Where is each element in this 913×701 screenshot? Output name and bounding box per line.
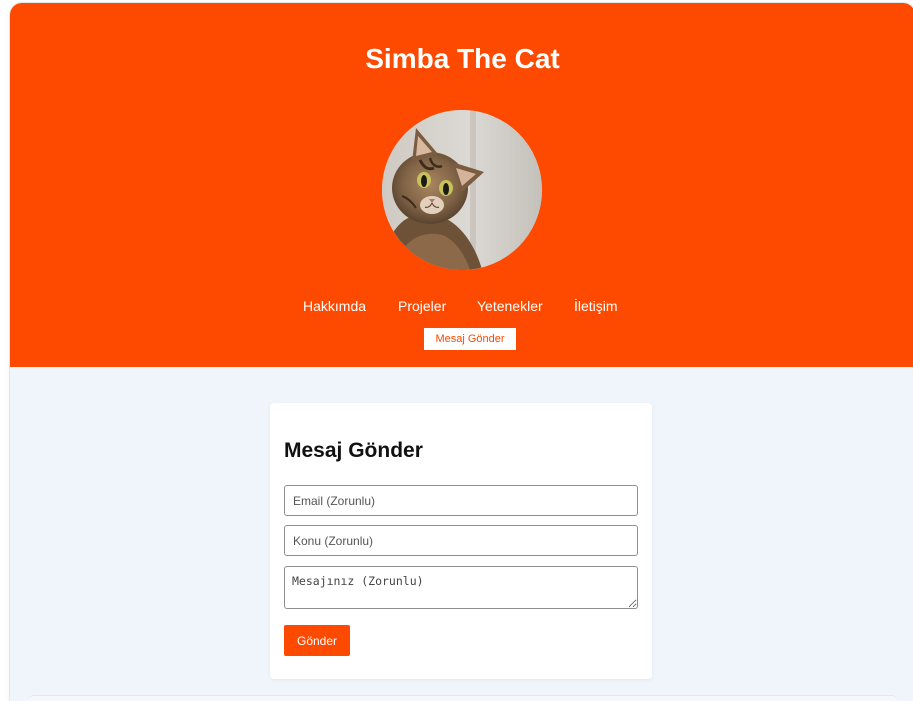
email-field[interactable]	[284, 485, 638, 516]
nav-link-iletisim[interactable]: İletişim	[574, 298, 618, 314]
site-header: Simba The Cat Hakkımda Projeler Yetenekl…	[10, 3, 913, 367]
avatar	[382, 110, 542, 270]
nav-link-yetenekler[interactable]: Yetenekler	[477, 298, 543, 314]
submit-button[interactable]: Gönder	[284, 625, 350, 656]
site-title: Simba The Cat	[365, 43, 560, 74]
subject-field[interactable]	[284, 525, 638, 556]
send-message-nav-button[interactable]: Mesaj Gönder	[424, 328, 516, 350]
message-textarea[interactable]	[284, 566, 638, 609]
nav-link-projeler[interactable]: Projeler	[398, 298, 446, 314]
nav-link-hakkimda[interactable]: Hakkımda	[303, 298, 366, 314]
form-title: Mesaj Gönder	[284, 439, 423, 462]
browser-page: Simba The Cat Hakkımda Projeler Yetenekl…	[10, 3, 913, 701]
cat-photo-icon	[382, 110, 542, 270]
contact-form-card: Mesaj Gönder Gönder	[270, 403, 652, 679]
footer-edge	[28, 695, 898, 701]
